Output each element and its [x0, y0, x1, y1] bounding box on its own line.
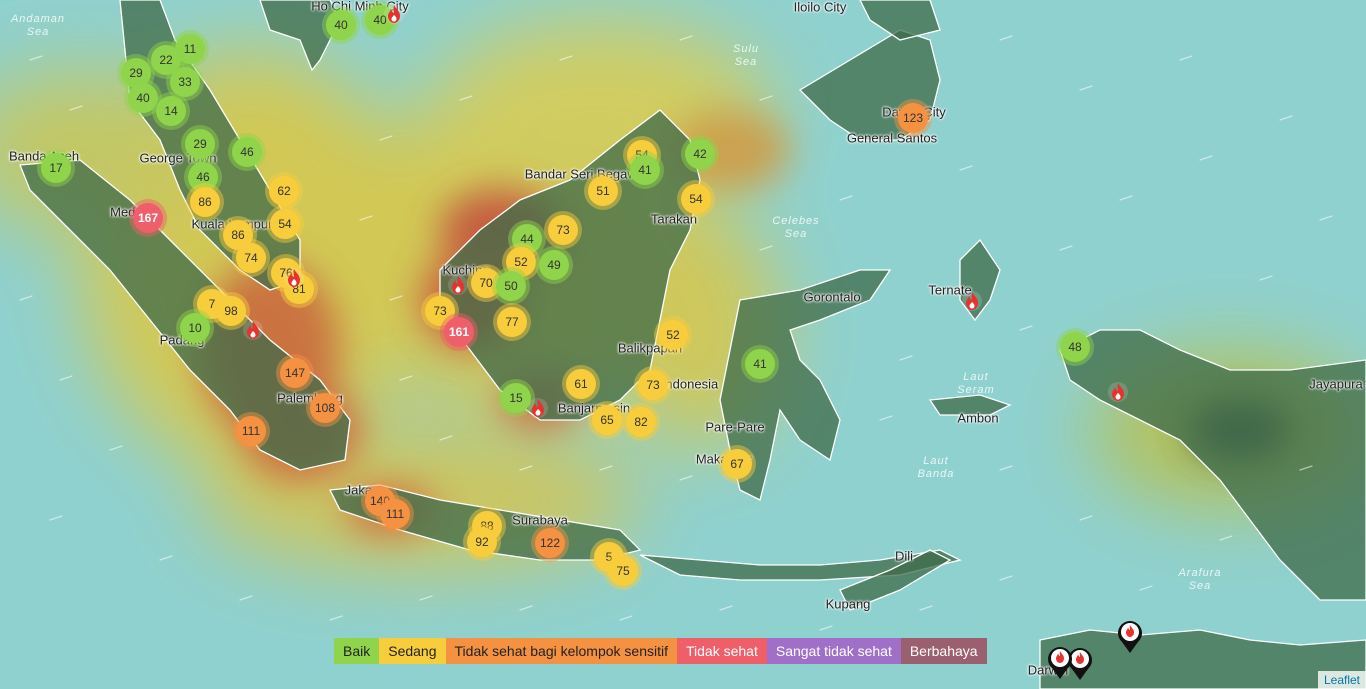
aqi-station-marker[interactable]: 108 — [310, 393, 340, 423]
fire-hotspot-icon[interactable] — [961, 290, 983, 312]
fire-pin-icon[interactable] — [1116, 618, 1144, 654]
place-label: Tarakan — [650, 211, 698, 227]
aqi-station-marker[interactable]: 40 — [128, 83, 158, 113]
place-label: Pare-Pare — [705, 419, 765, 435]
aqi-station-marker[interactable]: 161 — [444, 317, 474, 347]
sea-label: Arafura Sea — [1178, 567, 1222, 592]
aqi-station-marker[interactable]: 17 — [41, 153, 71, 183]
place-label: Surabaya — [512, 512, 568, 528]
aqi-station-marker[interactable]: 122 — [535, 528, 565, 558]
sea-label: Celebes Sea — [772, 215, 820, 240]
legend-baik: Baik — [334, 638, 380, 664]
aqi-station-marker[interactable]: 73 — [638, 370, 668, 400]
sea-label: Laut Banda — [917, 455, 955, 480]
aqi-station-marker[interactable]: 42 — [685, 139, 715, 169]
fire-hotspot-icon[interactable] — [447, 274, 469, 296]
place-label: General Santos — [846, 130, 938, 146]
legend-tidak-sehat-sensitif: Tidak sehat bagi kelompok sensitif — [445, 638, 677, 664]
legend-sedang: Sedang — [379, 638, 446, 664]
aqi-station-marker[interactable]: 82 — [626, 407, 656, 437]
aqi-station-marker[interactable]: 74 — [236, 243, 266, 273]
aqi-station-marker[interactable]: 111 — [236, 416, 266, 446]
leaflet-attribution-link[interactable]: Leaflet — [1317, 671, 1366, 689]
sea-label: Sulu Sea — [732, 43, 760, 68]
aqi-station-marker[interactable]: 49 — [539, 250, 569, 280]
aqi-station-marker[interactable]: 61 — [566, 369, 596, 399]
fire-hotspot-icon[interactable] — [283, 267, 305, 289]
aqi-station-marker[interactable]: 46 — [232, 137, 262, 167]
aqi-station-marker[interactable]: 50 — [496, 271, 526, 301]
aqi-station-marker[interactable]: 33 — [170, 67, 200, 97]
aqi-station-marker[interactable]: 48 — [1060, 332, 1090, 362]
place-label: Dili — [894, 548, 914, 564]
aqi-station-marker[interactable]: 167 — [133, 203, 163, 233]
fire-hotspot-icon[interactable] — [1107, 381, 1129, 403]
fire-hotspot-icon[interactable] — [242, 319, 264, 341]
aqi-station-marker[interactable]: 54 — [681, 184, 711, 214]
aqi-station-marker[interactable]: 67 — [722, 449, 752, 479]
place-label: Iloilo City — [793, 0, 847, 15]
aqi-station-marker[interactable]: 75 — [608, 556, 638, 586]
aqi-station-marker[interactable]: 77 — [497, 307, 527, 337]
aqi-station-marker[interactable]: 10 — [180, 313, 210, 343]
legend-tidak-sehat: Tidak sehat — [677, 638, 767, 664]
aqi-station-marker[interactable]: 111 — [380, 499, 410, 529]
fire-pin-icon[interactable] — [1046, 644, 1074, 680]
aqi-legend: Baik Sedang Tidak sehat bagi kelompok se… — [334, 638, 987, 664]
aqi-station-marker[interactable]: 147 — [280, 358, 310, 388]
fire-hotspot-icon[interactable] — [383, 3, 405, 25]
place-label: Kupang — [825, 596, 871, 612]
legend-sangat-tidak-sehat: Sangat tidak sehat — [766, 638, 901, 664]
sea-label: Laut Seram — [957, 371, 995, 396]
aqi-station-marker[interactable]: 92 — [467, 527, 497, 557]
aqi-station-marker[interactable]: 40 — [326, 10, 356, 40]
place-label: Jayapura — [1309, 376, 1363, 392]
sea-label: Andaman Sea — [10, 13, 66, 38]
place-label: Ambon — [957, 410, 999, 426]
aqi-station-marker[interactable]: 86 — [190, 187, 220, 217]
aqi-station-marker[interactable]: 54 — [270, 209, 300, 239]
aqi-station-marker[interactable]: 65 — [592, 405, 622, 435]
aqi-station-marker[interactable]: 41 — [745, 349, 775, 379]
place-label: Indonesia — [661, 376, 719, 392]
place-label: Gorontalo — [803, 289, 861, 305]
aqi-station-marker[interactable]: 41 — [630, 155, 660, 185]
aqi-station-marker[interactable]: 52 — [658, 320, 688, 350]
fire-hotspot-icon[interactable] — [527, 397, 549, 419]
aqi-station-marker[interactable]: 123 — [898, 103, 928, 133]
aqi-station-marker[interactable]: 14 — [156, 96, 186, 126]
aqi-station-marker[interactable]: 62 — [269, 176, 299, 206]
aqi-station-marker[interactable]: 73 — [548, 215, 578, 245]
legend-berbahaya: Berbahaya — [900, 638, 987, 664]
aqi-station-marker[interactable]: 51 — [588, 176, 618, 206]
aqi-station-marker[interactable]: 29 — [185, 129, 215, 159]
